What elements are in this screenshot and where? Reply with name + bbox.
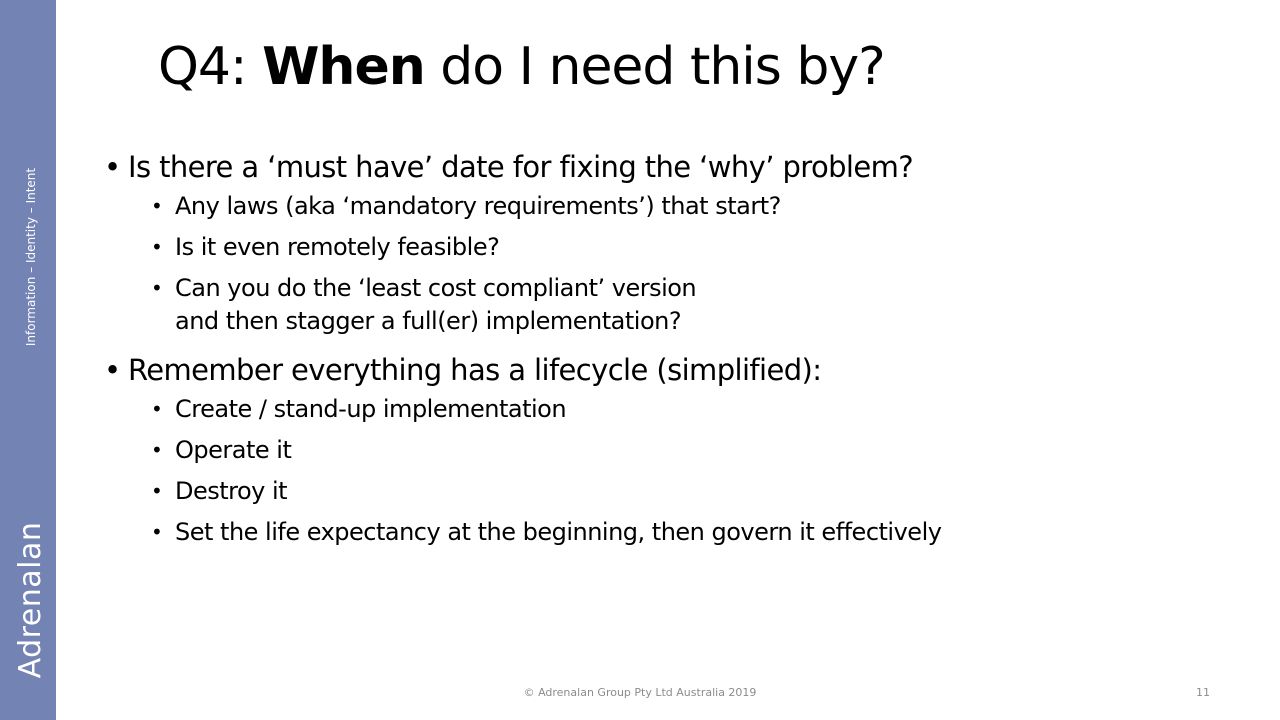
sub-bullet-least-cost-line-1: Can you do the ‘least cost compliant’ ve…	[175, 274, 697, 302]
slide-body: Is there a ‘must have’ date for fixing t…	[104, 148, 1204, 549]
sidebar-tagline: Information – Identity – Intent	[24, 167, 38, 347]
bullet-lifecycle: Remember everything has a lifecycle (sim…	[104, 351, 1204, 389]
title-suffix: do I need this by?	[424, 37, 886, 97]
title-prefix: Q4:	[158, 37, 263, 97]
sub-bullet-operate: Operate it	[151, 434, 1204, 467]
sub-bullet-feasible: Is it even remotely feasible?	[151, 231, 1204, 264]
sub-bullet-life-expectancy: Set the life expectancy at the beginning…	[151, 516, 1204, 549]
sub-bullet-laws: Any laws (aka ‘mandatory requirements’) …	[151, 190, 1204, 223]
sub-bullet-least-cost-line-2: and then stagger a full(er) implementati…	[175, 307, 682, 335]
sub-bullet-destroy: Destroy it	[151, 475, 1204, 508]
sidebar: Information – Identity – Intent Adrenala…	[0, 0, 56, 720]
page-number: 11	[1196, 686, 1210, 699]
sub-bullet-least-cost: Can you do the ‘least cost compliant’ ve…	[151, 272, 1204, 338]
title-emphasis: When	[262, 37, 426, 97]
sidebar-brand-logo: Adrenalan	[13, 521, 48, 679]
sub-bullet-create: Create / stand-up implementation	[151, 393, 1204, 426]
bullet-must-have-date: Is there a ‘must have’ date for fixing t…	[104, 148, 1204, 186]
slide-title: Q4: When do I need this by?	[158, 36, 886, 98]
footer-copyright: © Adrenalan Group Pty Ltd Australia 2019	[523, 686, 757, 699]
